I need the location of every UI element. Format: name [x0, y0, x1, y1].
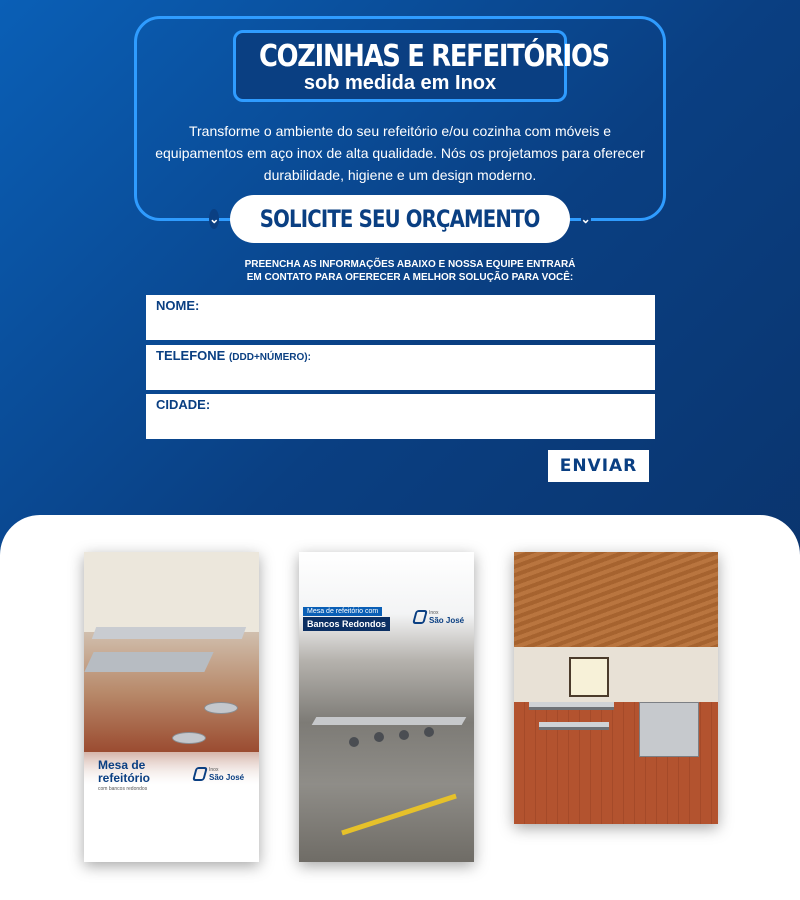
card2-tag2: Bancos Redondos — [303, 617, 391, 631]
photo-stool — [374, 732, 384, 742]
photo-stool — [204, 702, 238, 714]
submit-button[interactable]: ENVIAR — [548, 450, 649, 482]
page-subtitle: sob medida em Inox — [303, 72, 497, 94]
photo-table — [84, 652, 214, 672]
logo-name: São José — [429, 616, 465, 625]
photo-floor-line — [341, 793, 457, 836]
photo-stool — [399, 730, 409, 740]
cta-banner: ⌄ SOLICITE SEU ORÇAMENTO ⌄ — [209, 195, 591, 243]
inox-sao-jose-logo-icon: Inox São José — [192, 766, 244, 782]
phone-label: TELEFONE (DDD+NÚMERO): — [156, 348, 311, 363]
logo-mark-icon — [192, 767, 208, 781]
photo-ceiling — [514, 552, 718, 652]
chevron-down-icon: ⌄ — [209, 209, 220, 229]
gallery-card-1[interactable]: Mesa de refeitório com bancos redondos I… — [84, 552, 259, 862]
card1-subtitle: com bancos redondos — [98, 786, 148, 792]
logo-text: Inox São José — [429, 609, 464, 625]
page-title: COZINHAS E REFEITÓRIOS — [258, 39, 610, 74]
photo-stool — [424, 727, 434, 737]
photo-table — [91, 627, 247, 639]
name-field[interactable]: NOME: — [146, 295, 655, 340]
photo-table — [539, 722, 609, 730]
title-box: COZINHAS E REFEITÓRIOS sob medida em Ino… — [233, 30, 610, 102]
card1-title: Mesa de refeitório — [98, 759, 150, 785]
inox-sao-jose-logo-icon: Inox São José — [412, 609, 464, 625]
photo-wall — [84, 552, 259, 632]
gallery-card-3[interactable] — [514, 552, 718, 824]
logo-mark-icon — [412, 610, 428, 624]
form-instructions-line1: PREENCHA AS INFORMAÇÕES ABAIXO E NOSSA E… — [244, 259, 576, 270]
photo-stool — [172, 732, 206, 744]
chevron-down-icon: ⌄ — [580, 209, 591, 229]
intro-text: Transforme o ambiente do seu refeitório … — [155, 123, 645, 183]
form-instructions: PREENCHA AS INFORMAÇÕES ABAIXO E NOSSA E… — [200, 258, 620, 284]
phone-label-text: TELEFONE — [156, 348, 226, 363]
gallery-card-2[interactable]: Mesa de refeitório com Bancos Redondos I… — [299, 552, 474, 862]
name-label: NOME: — [156, 298, 200, 313]
city-field[interactable]: CIDADE: — [146, 394, 655, 439]
photo-window — [569, 657, 609, 697]
card1-title-line2: refeitório — [98, 771, 151, 785]
photo-counter — [639, 702, 699, 757]
phone-field[interactable]: TELEFONE (DDD+NÚMERO): — [146, 345, 655, 390]
photo-table — [529, 702, 614, 710]
city-label: CIDADE: — [156, 397, 211, 412]
photo-table — [311, 717, 467, 725]
cta-label: SOLICITE SEU ORÇAMENTO — [260, 205, 541, 233]
card2-tag1: Mesa de refeitório com — [303, 607, 383, 616]
form-instructions-line2: EM CONTATO PARA OFERECER A MELHOR SOLUÇÃ… — [246, 272, 574, 283]
logo-name: São José — [209, 773, 245, 782]
photo-stool — [349, 737, 359, 747]
phone-hint: (DDD+NÚMERO): — [228, 352, 311, 363]
logo-text: Inox São José — [209, 766, 244, 782]
photo-wall — [514, 647, 718, 707]
